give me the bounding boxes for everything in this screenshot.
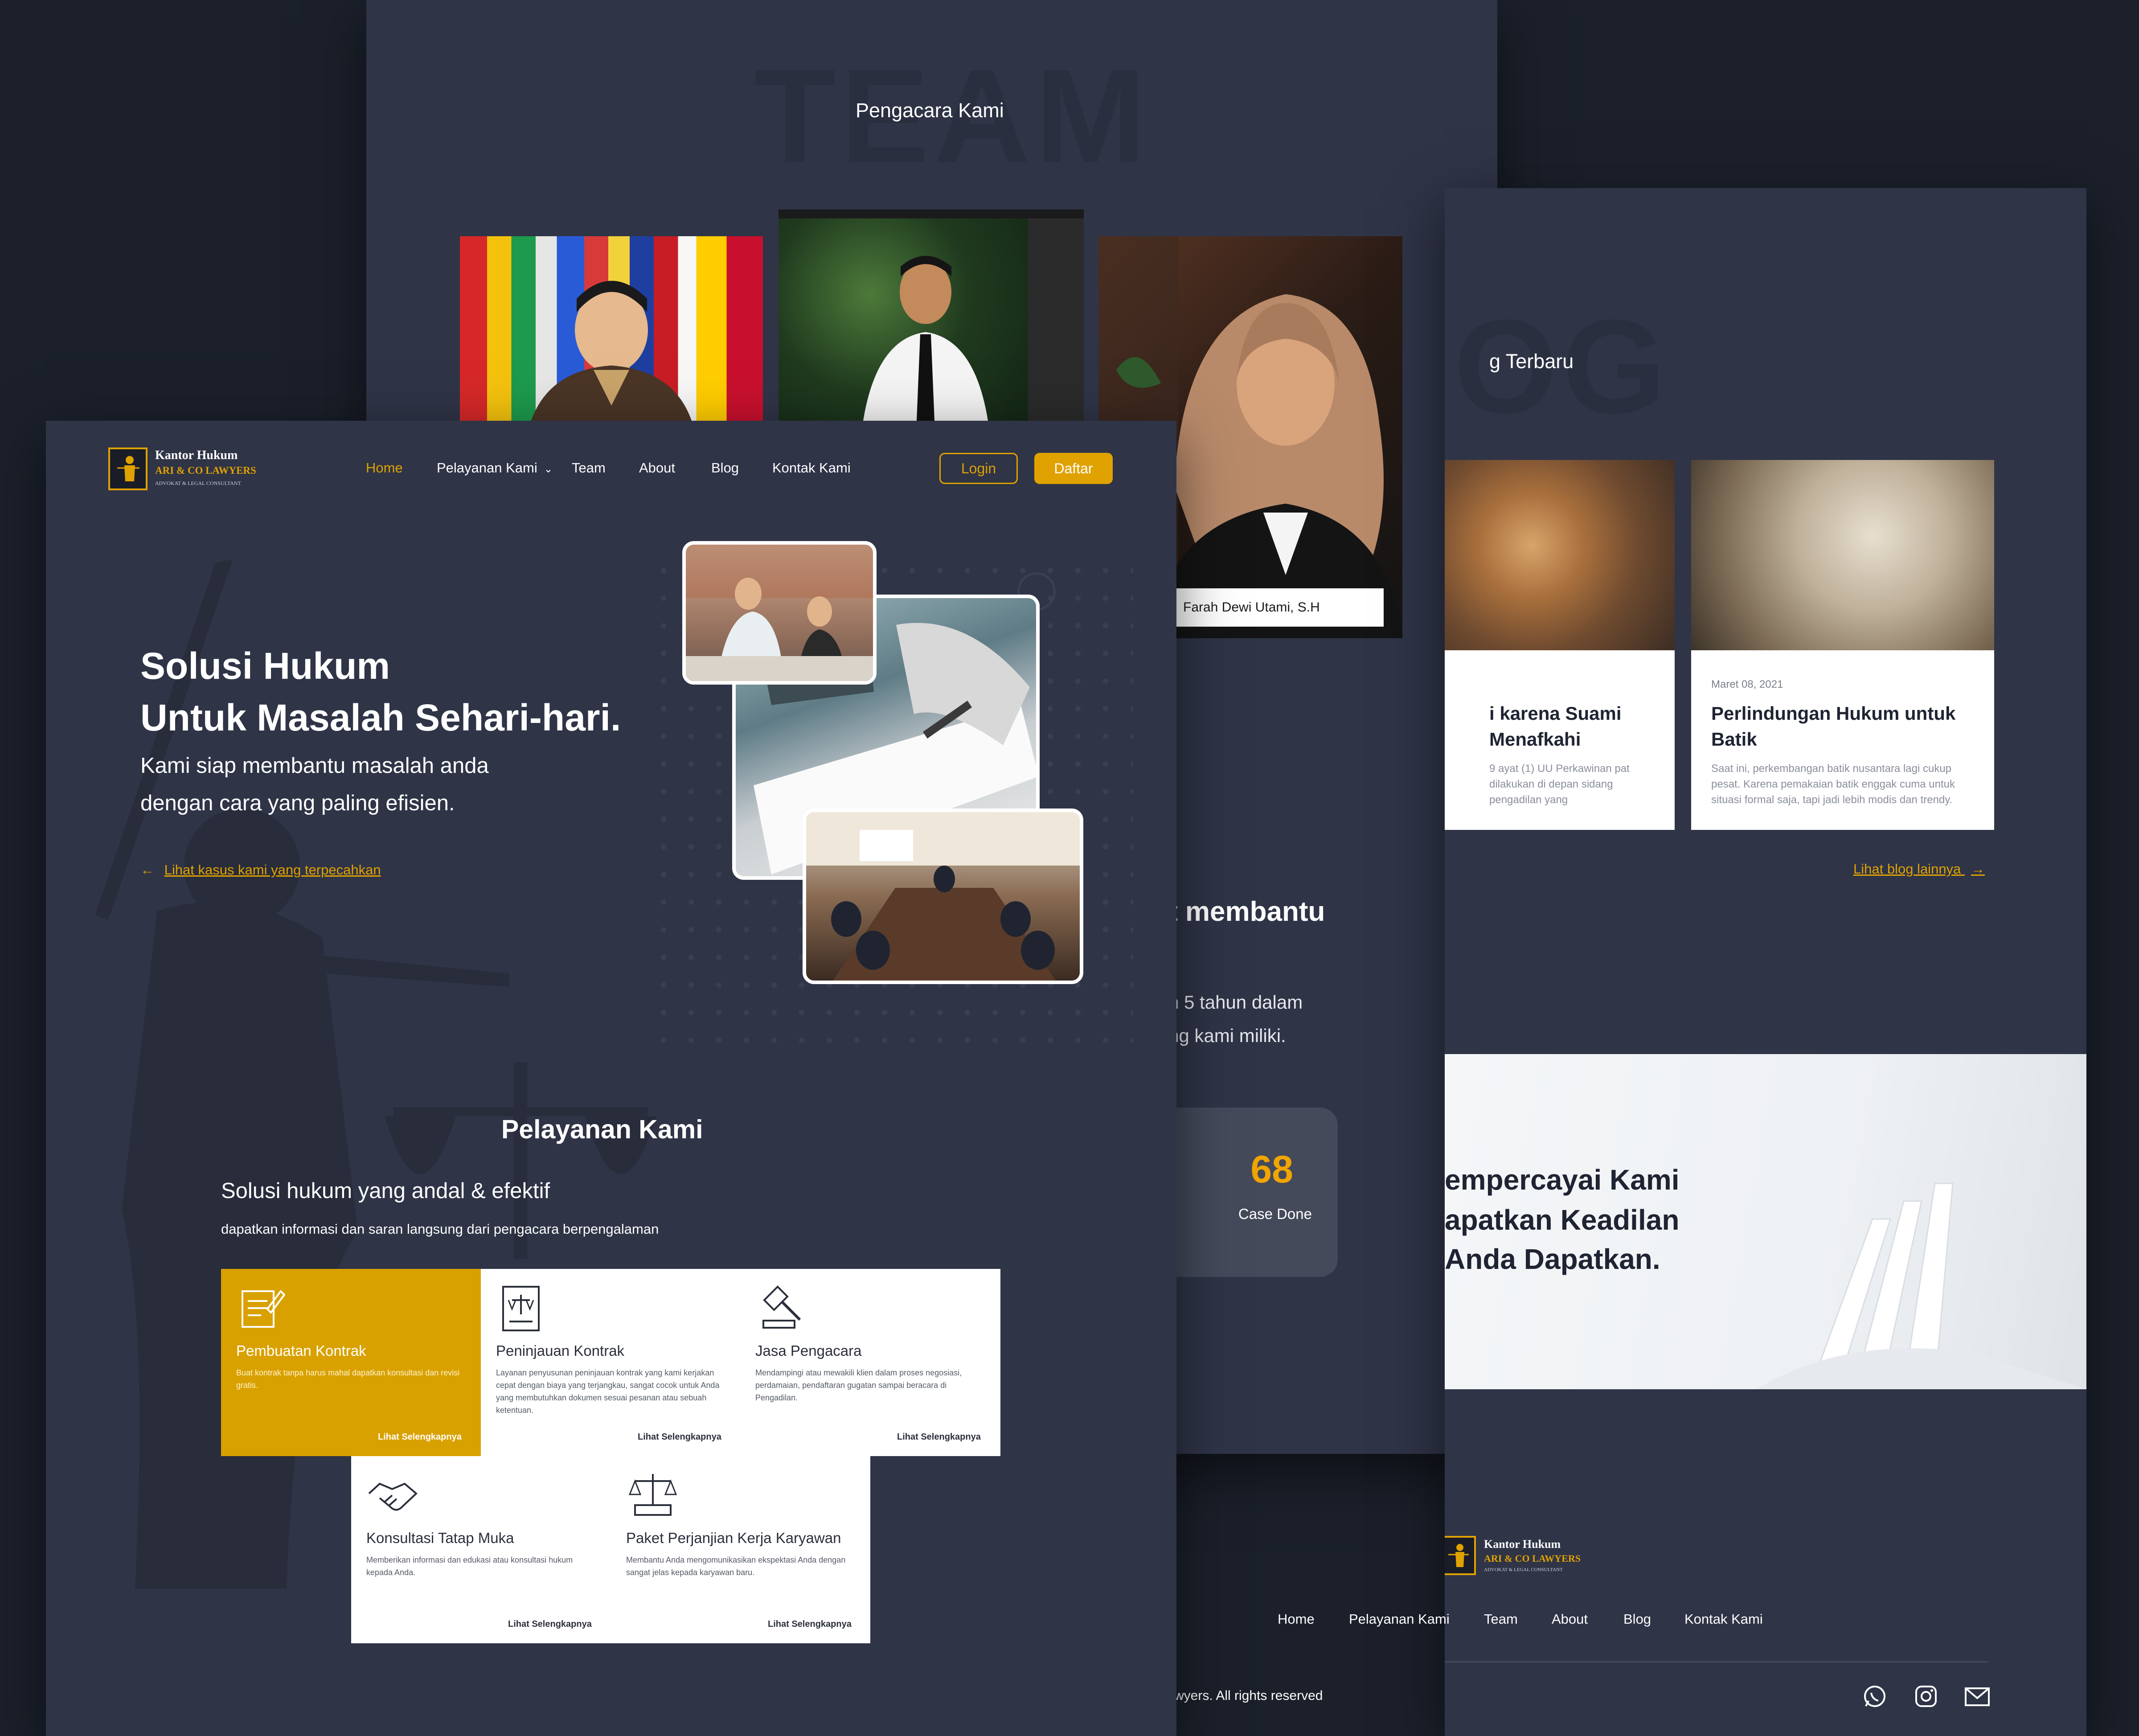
service-title: Konsultasi Tatap Muka — [366, 1530, 514, 1546]
nav-contact[interactable]: Kontak Kami — [772, 460, 851, 476]
service-more-link[interactable]: Lihat Selengkapnya — [638, 1432, 721, 1442]
more-blog-link[interactable]: Lihat blog lainnya → — [1853, 861, 1985, 877]
blog-card[interactable]: Maret 08, 2021 Perlindungan Hukum untuk … — [1691, 460, 1994, 830]
blog-card-excerpt: Saat ini, perkembangan batik nusantara l… — [1711, 763, 1955, 806]
nav-blog[interactable]: Blog — [711, 460, 739, 476]
service-title: Pembuatan Kontrak — [236, 1342, 366, 1359]
hero-subtitle-line: Kami siap membantu masalah anda — [140, 754, 489, 778]
hero-image-conference — [803, 808, 1083, 984]
header-brand-tagline: ADVOKAT & LEGAL CONSULTANT — [155, 480, 241, 486]
services-title: Pelayanan Kami — [501, 1115, 703, 1144]
team-member-photo[interactable] — [779, 209, 1084, 421]
service-more-link[interactable]: Lihat Selengkapnya — [508, 1619, 592, 1629]
service-more-link[interactable]: Lihat Selengkapnya — [378, 1432, 462, 1442]
service-card[interactable]: Jasa Pengacara Mendampingi atau mewakili… — [740, 1269, 1000, 1456]
header-logo-mark[interactable] — [108, 447, 148, 490]
about-text-line: ng kami miliki. — [1168, 1025, 1286, 1046]
service-more-link[interactable]: Lihat Selengkapnya — [768, 1619, 852, 1629]
blog-card[interactable]: i karena Suami Menafkahi 9 ayat (1) UU P… — [1445, 460, 1675, 830]
mail-icon[interactable] — [1964, 1684, 1991, 1711]
nav-about[interactable]: About — [639, 460, 675, 476]
footer-brand-firm: ARI & CO LAWYERS — [1484, 1553, 1581, 1564]
cta-banner: empercayai Kami apatkan Keadilan Anda Da… — [1445, 1054, 2086, 1389]
services-subtitle: Solusi hukum yang andal & efektif — [221, 1179, 550, 1203]
service-card[interactable]: Pembuatan Kontrak Buat kontrak tanpa har… — [221, 1269, 481, 1456]
hero-cases-label: Lihat kasus kami yang terpecahkan — [164, 862, 381, 878]
person-silhouette — [531, 281, 692, 421]
nav-team[interactable]: Team — [572, 460, 606, 476]
hero-title-line: Solusi Hukum — [140, 645, 390, 687]
instagram-icon[interactable] — [1914, 1684, 1938, 1711]
hero-cases-link[interactable]: ← Lihat kasus kami yang terpecahkan — [140, 862, 381, 878]
blog-card-image — [1691, 460, 1994, 650]
blog-card-date: Maret 08, 2021 — [1711, 678, 1783, 690]
service-text: Membantu Anda mengomunikasikan ekspektas… — [626, 1555, 846, 1577]
footer-link-services[interactable]: Pelayanan Kami — [1349, 1611, 1450, 1627]
whatsapp-icon[interactable] — [1862, 1684, 1887, 1711]
footer-divider — [1445, 1661, 1988, 1662]
footer-copyright: wyers. All rights reserved — [1174, 1688, 1323, 1703]
lady-justice-icon — [1448, 1544, 1469, 1567]
nav-services-label: Pelayanan Kami — [437, 460, 537, 476]
chevron-down-icon: ⌄ — [544, 463, 553, 475]
header-brand-firm: ARI & CO LAWYERS — [155, 465, 256, 476]
scales-icon — [628, 1474, 677, 1516]
blog-card-title: Menafkahi — [1489, 729, 1581, 750]
team-member-name: Farah Dewi Utami, S.H — [1174, 588, 1384, 627]
footer-link-team[interactable]: Team — [1484, 1611, 1518, 1627]
handshake-icon — [368, 1482, 418, 1511]
cta-heading: Anda Dapatkan. — [1445, 1243, 1660, 1275]
hero-subtitle-line: dengan cara yang paling efisien. — [140, 791, 455, 815]
blog-page-preview: OG g Terbaru i karena Suami Menafkahi 9 … — [1445, 188, 2086, 1736]
footer-brand-tagline: ADVOKAT & LEGAL CONSULTANT — [1484, 1567, 1563, 1572]
footer-link-blog[interactable]: Blog — [1623, 1611, 1651, 1627]
footer-link-about[interactable]: About — [1552, 1611, 1588, 1627]
footer-link-contact[interactable]: Kontak Kami — [1684, 1611, 1763, 1627]
service-title: Jasa Pengacara — [755, 1342, 862, 1359]
blog-card-excerpt: 9 ayat (1) UU Perkawinan pat dilakukan d… — [1489, 763, 1630, 806]
service-title: Paket Perjanjian Kerja Karyawan — [626, 1530, 841, 1546]
service-card[interactable]: Konsultasi Tatap Muka Memberikan informa… — [351, 1456, 611, 1643]
service-text: Mendampingi atau mewakili klien dalam pr… — [755, 1368, 962, 1402]
service-more-link[interactable]: Lihat Selengkapnya — [897, 1432, 981, 1442]
law-book-icon — [502, 1286, 540, 1331]
register-button[interactable]: Daftar — [1034, 453, 1113, 484]
service-card[interactable]: Peninjauan Kontrak Layanan penyusunan pe… — [481, 1269, 740, 1456]
service-text: Layanan penyusunan peninjauan kontrak ya… — [496, 1368, 720, 1415]
header-brand-name: Kantor Hukum — [155, 448, 238, 462]
gavel-icon — [762, 1285, 801, 1329]
arrow-right-icon: → — [1971, 861, 1985, 877]
about-heading: t membantu — [1168, 896, 1325, 927]
lady-justice-icon — [117, 456, 139, 481]
service-title: Peninjauan Kontrak — [496, 1342, 625, 1359]
team-member-photo[interactable] — [460, 236, 763, 421]
services-description: dapatkan informasi dan saran langsung da… — [221, 1221, 659, 1237]
blog-card-title: Batik — [1711, 729, 1757, 750]
service-text: Memberikan informasi dan edukasi atau ko… — [366, 1555, 573, 1577]
arrow-left-icon: ← — [140, 862, 154, 878]
service-card[interactable]: Paket Perjanjian Kerja Karyawan Membantu… — [611, 1456, 870, 1643]
footer-brand-name: Kantor Hukum — [1484, 1538, 1561, 1551]
nav-home[interactable]: Home — [366, 460, 403, 476]
blog-card-image — [1445, 460, 1675, 650]
blog-section-title: g Terbaru — [1489, 350, 1574, 373]
about-text-line: n 5 tahun dalam — [1168, 992, 1303, 1013]
nav-services[interactable]: Pelayanan Kami ⌄ — [437, 460, 553, 476]
team-section-title: Pengacara Kami — [856, 99, 1004, 122]
contract-icon — [242, 1289, 285, 1328]
cta-heading: empercayai Kami — [1445, 1164, 1680, 1196]
more-blog-label: Lihat blog lainnya — [1853, 861, 1961, 877]
footer-logo-mark[interactable] — [1445, 1536, 1476, 1575]
hero-image-meeting — [682, 541, 877, 685]
blog-card-title: Perlindungan Hukum untuk — [1711, 703, 1956, 724]
footer-link-home[interactable]: Home — [1278, 1611, 1315, 1627]
building-illustration — [1757, 1182, 2086, 1389]
service-text: Buat kontrak tanpa harus mahal dapatkan … — [236, 1368, 460, 1390]
hero-title-line: Untuk Masalah Sehari-hari. — [140, 697, 621, 739]
blog-card-title: i karena Suami — [1489, 703, 1622, 724]
landing-page-preview: Kantor Hukum ARI & CO LAWYERS ADVOKAT & … — [46, 421, 1176, 1736]
cta-heading: apatkan Keadilan — [1445, 1204, 1680, 1236]
login-button[interactable]: Login — [939, 453, 1018, 484]
person-silhouette — [779, 209, 1084, 421]
